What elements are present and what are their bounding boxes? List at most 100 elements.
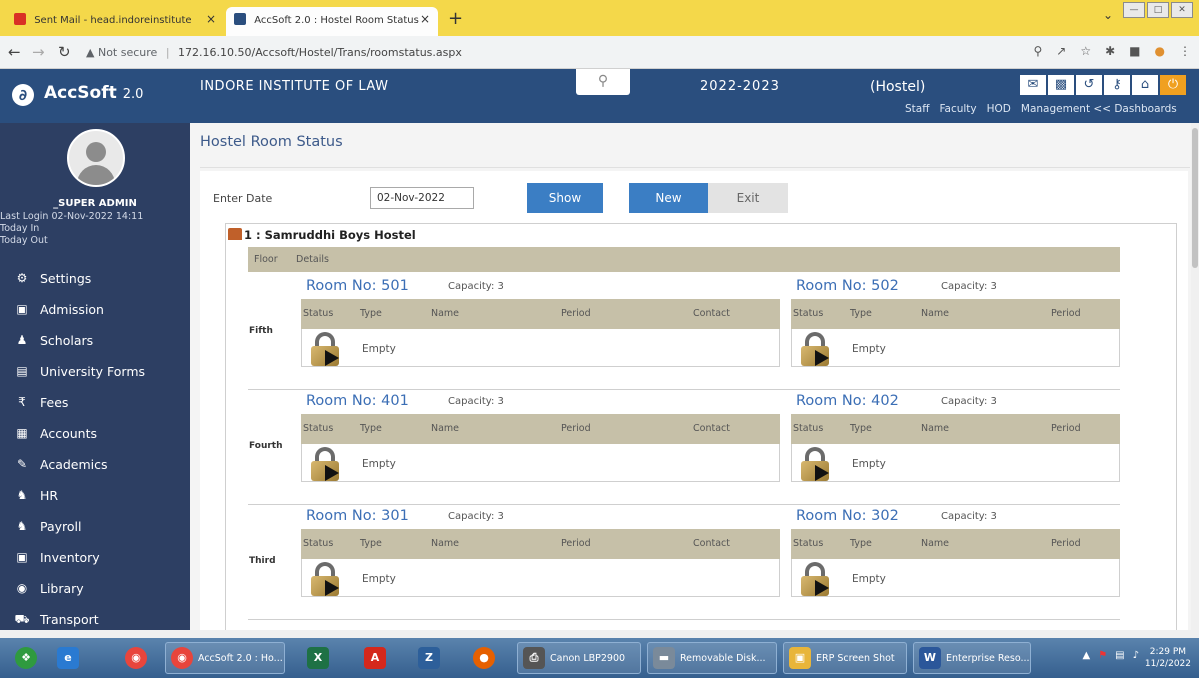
home-icon[interactable]: ⌂ (1132, 75, 1158, 95)
padlock-icon[interactable] (309, 332, 343, 366)
payroll-icon: ♞ (16, 519, 28, 533)
room-capacity: Capacity: 3 (941, 511, 997, 522)
maximize-button[interactable]: □ (1147, 2, 1169, 18)
taskbar-item-removable-disk[interactable]: ▬ Removable Disk... (647, 642, 777, 674)
gmail-icon (14, 13, 26, 25)
chrome-taskbar-button[interactable]: ◉ (120, 642, 152, 674)
windows-taskbar: ❖ e ◉ ◉ AccSoft 2.0 : Ho... X A Z ● ⎙ Cano… (0, 638, 1199, 678)
mail-icon[interactable]: ✉ (1020, 75, 1046, 95)
browser-tab-bar: Sent Mail - head.indoreinstitute × AccSo… (0, 0, 1199, 36)
acrobat-taskbar-button[interactable]: A (359, 642, 391, 674)
new-tab-button[interactable]: + (448, 8, 463, 29)
power-icon[interactable]: ⏻ (1160, 75, 1186, 95)
link-staff[interactable]: Staff (905, 103, 929, 115)
dashboard-links: Staff Faculty HOD Management << Dashboar… (905, 103, 1177, 115)
tray-expand-icon[interactable]: ▲ (1082, 650, 1090, 661)
search-icon[interactable]: ⚲ (576, 69, 630, 95)
usb-drive-icon: ▬ (653, 647, 675, 669)
firefox-taskbar-button[interactable]: ● (468, 642, 500, 674)
taskbar-item-accsoft[interactable]: ◉ AccSoft 2.0 : Ho... (165, 642, 285, 674)
link-hod[interactable]: HOD (987, 103, 1011, 115)
floor-row: Third Room No: 301 Capacity: 3 Status Type Na… (248, 504, 1120, 620)
close-tab-icon[interactable]: × (206, 12, 216, 26)
tray-flag-icon[interactable]: ⚑ (1098, 650, 1107, 661)
app-taskbar-button[interactable]: Z (413, 642, 445, 674)
tab-hostel-room-status[interactable]: AccSoft 2.0 : Hostel Room Status × (226, 7, 438, 36)
room-column-header: Status (793, 308, 824, 319)
avatar[interactable] (67, 129, 125, 187)
sidebar-item-fees[interactable]: ₹ Fees (0, 387, 190, 418)
back-arrow-icon[interactable]: ← (8, 43, 21, 61)
sidepanel-icon[interactable]: ■ (1129, 44, 1140, 58)
sidebar-item-payroll[interactable]: ♞ Payroll (0, 511, 190, 542)
date-field[interactable] (370, 187, 474, 209)
taskbar-item-printer[interactable]: ⎙ Canon LBP2900 (517, 642, 641, 674)
sidebar-item-settings[interactable]: ⚙ Settings (0, 263, 190, 294)
forward-arrow-icon[interactable]: → (32, 43, 45, 61)
share-icon[interactable]: ↗ (1056, 44, 1066, 58)
app-header: ∂ AccSoft 2.0 INDORE INSTITUTE OF LAW ⚲ 2… (0, 69, 1199, 123)
room-capacity: Capacity: 3 (448, 281, 504, 292)
padlock-icon[interactable] (309, 447, 343, 481)
network-icon[interactable]: ▤ (1115, 650, 1124, 661)
horizontal-scrollbar[interactable] (0, 630, 1199, 638)
hostel-panel: 1 : Samruddhi Boys Hostel Floor Details … (225, 223, 1177, 630)
room-table-row: Empty (301, 444, 780, 482)
taskbar-item-erp-screenshot[interactable]: ▣ ERP Screen Shot (783, 642, 907, 674)
padlock-icon[interactable] (799, 332, 833, 366)
sidebar-item-transport[interactable]: ⛟ Transport (0, 604, 190, 630)
room-table-row: Empty (301, 329, 780, 367)
tab-search-chevron-icon[interactable]: ⌄ (1103, 8, 1113, 22)
room-column-header: Period (561, 423, 591, 434)
padlock-icon[interactable] (799, 447, 833, 481)
sidebar-item-university-forms[interactable]: ▤ University Forms (0, 356, 190, 387)
sidebar-item-scholars[interactable]: ♟ Scholars (0, 325, 190, 356)
sidebar-item-label: Inventory (40, 550, 100, 565)
sidebar-item-admission[interactable]: ▣ Admission (0, 294, 190, 325)
start-button[interactable]: ❖ (10, 642, 42, 674)
profile-icon[interactable]: ● (1155, 44, 1165, 58)
taskbar-clock[interactable]: 2:29 PM 11/2/2022 (1145, 646, 1191, 670)
monitor-icon[interactable]: ▩ (1048, 75, 1074, 95)
volume-icon[interactable]: ♪ (1133, 650, 1139, 661)
tab-sent-mail[interactable]: Sent Mail - head.indoreinstitute × (6, 7, 224, 36)
exit-button[interactable]: Exit (708, 183, 788, 213)
menu-dots-icon[interactable]: ⋮ (1179, 44, 1191, 58)
extensions-icon[interactable]: ✱ (1105, 44, 1115, 58)
clock-time: 2:29 PM (1149, 647, 1187, 657)
refresh-icon[interactable]: ↺ (1076, 75, 1102, 95)
room-capacity: Capacity: 3 (448, 396, 504, 407)
sidebar-item-hr[interactable]: ♞ HR (0, 480, 190, 511)
scrollbar-thumb[interactable] (1192, 128, 1198, 268)
sidebar-item-label: University Forms (40, 364, 146, 379)
link-faculty[interactable]: Faculty (939, 103, 976, 115)
zoom-icon[interactable]: ⚲ (1033, 44, 1042, 58)
link-management[interactable]: Management << Dashboards (1021, 103, 1177, 115)
room-table-header: Status Type Name Period (791, 529, 1120, 559)
show-button[interactable]: Show (527, 183, 603, 213)
key-icon[interactable]: ⚷ (1104, 75, 1130, 95)
taskbar-item-word[interactable]: W Enterprise Reso... (913, 642, 1031, 674)
app-logo[interactable]: ∂ AccSoft 2.0 (12, 83, 143, 106)
sidebar-item-inventory[interactable]: ▣ Inventory (0, 542, 190, 573)
room-number: Room No: 402 (796, 393, 899, 409)
padlock-icon[interactable] (799, 562, 833, 596)
room-table-header: Status Type Name Period Contact (301, 529, 780, 559)
excel-taskbar-button[interactable]: X (302, 642, 334, 674)
sidebar-item-library[interactable]: ◉ Library (0, 573, 190, 604)
room-column-header: Period (561, 308, 591, 319)
close-tab-icon[interactable]: × (420, 12, 430, 26)
app-name: AccSoft (44, 83, 117, 103)
ie-taskbar-button[interactable]: e (52, 642, 84, 674)
warning-icon: ▲ (86, 46, 95, 59)
url-field[interactable]: ▲ Not secure | 172.16.10.50/Accsoft/Host… (86, 41, 1026, 65)
sidebar-item-academics[interactable]: ✎ Academics (0, 449, 190, 480)
sidebar-item-accounts[interactable]: ▦ Accounts (0, 418, 190, 449)
reload-icon[interactable]: ↻ (58, 43, 71, 61)
padlock-icon[interactable] (309, 562, 343, 596)
minimize-button[interactable]: — (1123, 2, 1145, 18)
new-button[interactable]: New (629, 183, 708, 213)
bookmark-star-icon[interactable]: ☆ (1080, 44, 1091, 58)
room-column-header: Name (921, 308, 950, 319)
close-window-button[interactable]: ✕ (1171, 2, 1193, 18)
